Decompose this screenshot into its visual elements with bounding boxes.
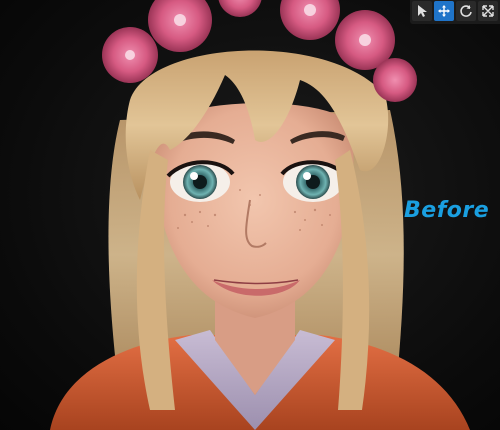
rotate-icon <box>460 5 472 17</box>
3d-viewport[interactable]: Before <box>0 0 500 430</box>
scale-tool-button[interactable] <box>478 1 498 21</box>
select-tool-button[interactable] <box>412 1 432 21</box>
viewport-toolbar <box>410 0 500 24</box>
rotate-tool-button[interactable] <box>456 1 476 21</box>
select-cursor-icon <box>418 5 427 17</box>
move-icon <box>438 5 450 17</box>
scale-icon <box>482 5 494 17</box>
move-tool-button[interactable] <box>434 1 454 21</box>
before-label: Before <box>404 198 490 223</box>
